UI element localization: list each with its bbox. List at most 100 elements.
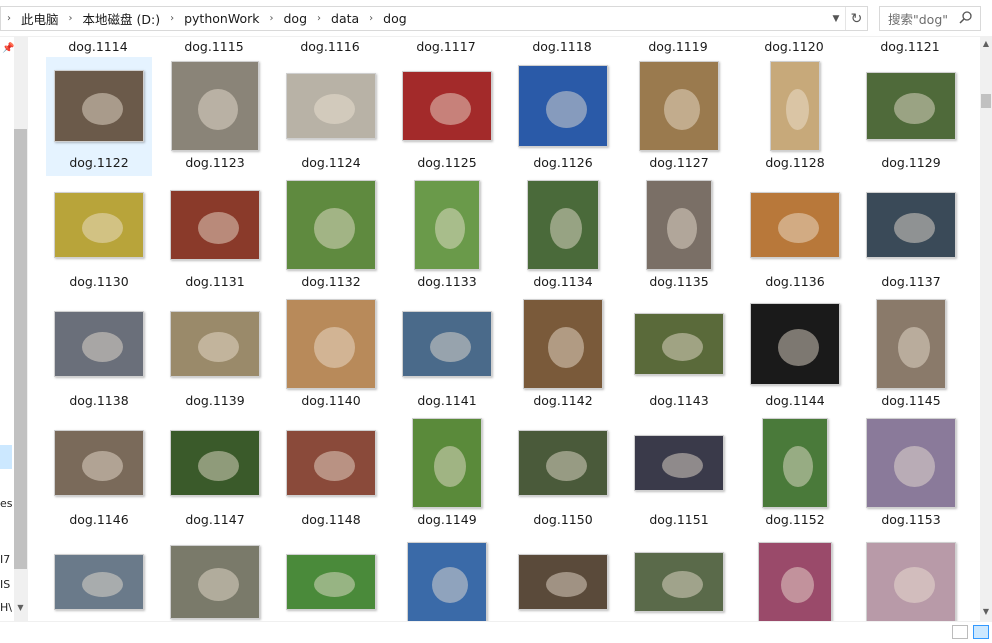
file-item[interactable]: dog.1123 xyxy=(162,57,268,176)
file-item[interactable]: dog.1132 xyxy=(278,176,384,295)
dog-photo-thumbnail[interactable] xyxy=(646,180,712,270)
file-item[interactable] xyxy=(394,533,500,621)
file-name-label[interactable]: dog.1151 xyxy=(626,512,732,527)
breadcrumb-separator-icon[interactable]: › xyxy=(164,13,180,24)
refresh-icon[interactable]: ↻ xyxy=(845,7,867,30)
file-item[interactable]: dog.1138 xyxy=(46,295,152,414)
dog-photo-thumbnail[interactable] xyxy=(54,430,144,496)
file-name-label[interactable]: dog.1141 xyxy=(394,393,500,408)
breadcrumb-separator-icon[interactable]: › xyxy=(1,13,17,24)
file-name-label[interactable]: dog.1150 xyxy=(510,512,616,527)
file-name-label[interactable]: dog.1135 xyxy=(626,274,732,289)
nav-scrollbar-thumb[interactable] xyxy=(14,129,27,569)
dog-photo-thumbnail[interactable] xyxy=(171,61,259,151)
file-item[interactable]: dog.1150 xyxy=(510,414,616,533)
address-history-chevron-down-icon[interactable]: ▼ xyxy=(827,7,845,30)
address-bar[interactable]: › 此电脑 › 本地磁盘 (D:) › pythonWork › dog › d… xyxy=(0,6,868,31)
file-label[interactable]: dog.1114 xyxy=(44,39,152,54)
dog-photo-thumbnail[interactable] xyxy=(54,311,144,377)
file-name-label[interactable]: dog.1144 xyxy=(742,393,848,408)
breadcrumb-item-dog[interactable]: dog xyxy=(279,11,311,26)
file-item[interactable]: dog.1126 xyxy=(510,57,616,176)
dog-photo-thumbnail[interactable] xyxy=(170,190,260,260)
file-item[interactable]: dog.1125 xyxy=(394,57,500,176)
file-name-label[interactable]: dog.1126 xyxy=(510,155,616,170)
file-item[interactable]: dog.1131 xyxy=(162,176,268,295)
file-label[interactable]: dog.1116 xyxy=(276,39,384,54)
file-name-label[interactable]: dog.1131 xyxy=(162,274,268,289)
file-item[interactable]: dog.1140 xyxy=(278,295,384,414)
file-name-label[interactable]: dog.1128 xyxy=(742,155,848,170)
file-label[interactable]: dog.1120 xyxy=(740,39,848,54)
file-name-label[interactable]: dog.1136 xyxy=(742,274,848,289)
file-name-label[interactable]: dog.1138 xyxy=(46,393,152,408)
dog-photo-thumbnail[interactable] xyxy=(407,542,487,621)
dog-photo-thumbnail[interactable] xyxy=(54,554,144,610)
nav-item-fragment[interactable]: es xyxy=(0,497,13,510)
breadcrumb-item-local-disk[interactable]: 本地磁盘 (D:) xyxy=(79,9,165,28)
file-item[interactable]: dog.1127 xyxy=(626,57,732,176)
file-item[interactable]: dog.1147 xyxy=(162,414,268,533)
dog-photo-thumbnail[interactable] xyxy=(866,72,956,140)
file-item[interactable]: dog.1122 xyxy=(46,57,152,176)
search-icon[interactable] xyxy=(958,10,974,26)
file-item[interactable]: dog.1146 xyxy=(46,414,152,533)
file-name-label[interactable]: dog.1149 xyxy=(394,512,500,527)
breadcrumb-item-pythonwork[interactable]: pythonWork xyxy=(180,11,263,26)
file-item[interactable] xyxy=(46,533,152,621)
file-item[interactable]: dog.1130 xyxy=(46,176,152,295)
breadcrumb-item-current-dog[interactable]: dog xyxy=(379,11,411,26)
file-item[interactable] xyxy=(742,533,848,621)
dog-photo-thumbnail[interactable] xyxy=(527,180,599,270)
file-item[interactable]: dog.1133 xyxy=(394,176,500,295)
dog-photo-thumbnail[interactable] xyxy=(876,299,946,389)
nav-item-fragment[interactable]: I7 xyxy=(0,553,10,566)
file-item[interactable]: dog.1149 xyxy=(394,414,500,533)
file-item[interactable]: dog.1124 xyxy=(278,57,384,176)
file-name-label[interactable]: dog.1134 xyxy=(510,274,616,289)
dog-photo-thumbnail[interactable] xyxy=(286,73,376,139)
dog-photo-thumbnail[interactable] xyxy=(286,299,376,389)
file-name-label[interactable]: dog.1129 xyxy=(858,155,964,170)
dog-photo-thumbnail[interactable] xyxy=(750,303,840,385)
dog-photo-thumbnail[interactable] xyxy=(758,542,832,621)
file-name-label[interactable]: dog.1148 xyxy=(278,512,384,527)
dog-photo-thumbnail[interactable] xyxy=(866,542,956,621)
file-item[interactable]: dog.1145 xyxy=(858,295,964,414)
file-item[interactable]: dog.1135 xyxy=(626,176,732,295)
large-icons-view-icon[interactable] xyxy=(973,625,989,639)
dog-photo-thumbnail[interactable] xyxy=(518,65,608,147)
file-item[interactable]: dog.1144 xyxy=(742,295,848,414)
dog-photo-thumbnail[interactable] xyxy=(412,418,482,508)
file-item[interactable] xyxy=(510,533,616,621)
file-item[interactable]: dog.1137 xyxy=(858,176,964,295)
dog-photo-thumbnail[interactable] xyxy=(750,192,840,258)
file-name-label[interactable]: dog.1127 xyxy=(626,155,732,170)
file-label[interactable]: dog.1115 xyxy=(160,39,268,54)
dog-photo-thumbnail[interactable] xyxy=(286,554,376,610)
file-name-label[interactable]: dog.1130 xyxy=(46,274,152,289)
breadcrumb-separator-icon[interactable]: › xyxy=(311,13,327,24)
nav-selected-item[interactable] xyxy=(0,445,12,469)
nav-item-fragment[interactable]: IS xyxy=(0,578,10,591)
file-name-label[interactable]: dog.1124 xyxy=(278,155,384,170)
file-name-label[interactable]: dog.1153 xyxy=(858,512,964,527)
dog-photo-thumbnail[interactable] xyxy=(639,61,719,151)
nav-item-fragment[interactable]: H\ xyxy=(0,601,12,614)
file-label[interactable]: dog.1118 xyxy=(508,39,616,54)
search-input[interactable]: 搜索"dog" xyxy=(879,6,981,31)
file-label[interactable]: dog.1119 xyxy=(624,39,732,54)
file-name-label[interactable]: dog.1125 xyxy=(394,155,500,170)
file-item[interactable]: dog.1148 xyxy=(278,414,384,533)
file-item[interactable]: dog.1152 xyxy=(742,414,848,533)
dog-photo-thumbnail[interactable] xyxy=(402,71,492,141)
file-name-label[interactable]: dog.1139 xyxy=(162,393,268,408)
file-item[interactable]: dog.1136 xyxy=(742,176,848,295)
dog-photo-thumbnail[interactable] xyxy=(634,552,724,612)
dog-photo-thumbnail[interactable] xyxy=(518,430,608,496)
scroll-down-icon[interactable]: ▼ xyxy=(980,605,992,619)
dog-photo-thumbnail[interactable] xyxy=(402,311,492,377)
scroll-up-icon[interactable]: ▲ xyxy=(980,37,992,51)
dog-photo-thumbnail[interactable] xyxy=(523,299,603,389)
breadcrumb-item-data[interactable]: data xyxy=(327,11,363,26)
